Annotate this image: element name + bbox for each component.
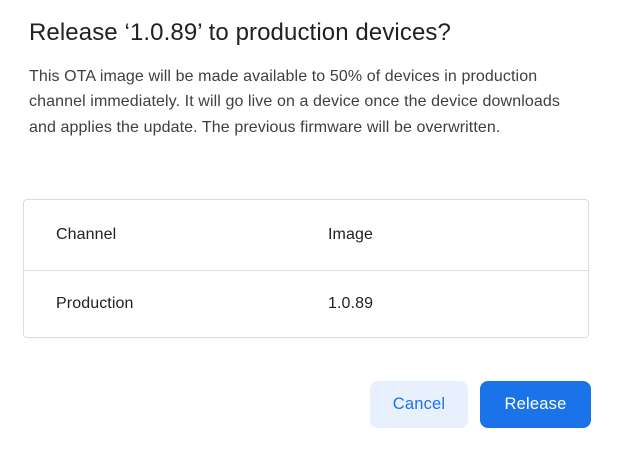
release-summary-table: Channel Image Production 1.0.89 <box>23 199 589 338</box>
table-header-image: Image <box>328 226 588 244</box>
dialog-description: This OTA image will be made available to… <box>29 64 589 140</box>
table-header-row: Channel Image <box>24 200 588 271</box>
release-button[interactable]: Release <box>480 381 591 428</box>
cancel-button[interactable]: Cancel <box>370 381 468 428</box>
dialog-title: Release ‘1.0.89’ to production devices? <box>29 17 451 49</box>
image-version-value: 1.0.89 <box>328 295 588 313</box>
dialog-action-bar: Cancel Release <box>370 381 591 428</box>
table-header-channel: Channel <box>24 226 328 244</box>
table-row: Production 1.0.89 <box>24 271 588 337</box>
release-confirmation-dialog: Release ‘1.0.89’ to production devices? … <box>0 0 618 453</box>
channel-value: Production <box>24 295 328 313</box>
